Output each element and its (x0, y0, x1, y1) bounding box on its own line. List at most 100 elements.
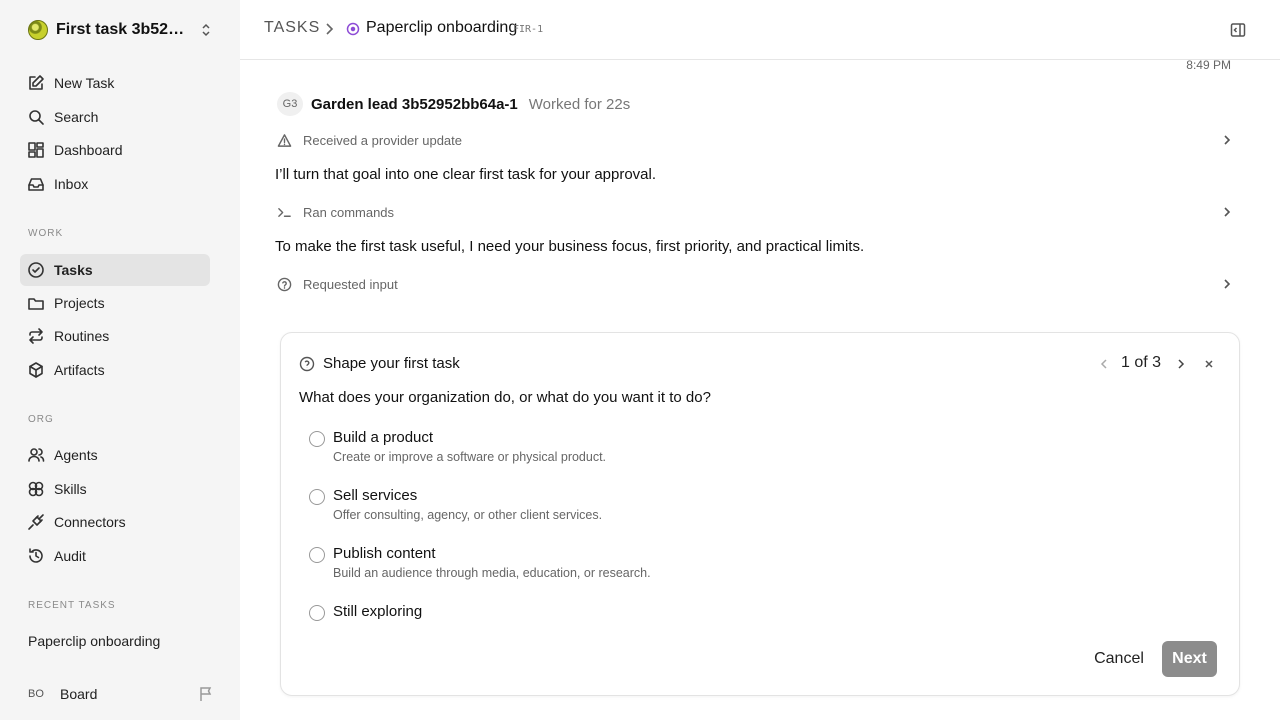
event-label: Ran commands (303, 204, 395, 220)
chevron-right-icon[interactable] (1176, 358, 1186, 370)
nav-label: Search (54, 109, 99, 125)
workspace-switcher[interactable]: First task 3b5295... (28, 19, 212, 41)
option-label: Sell services (333, 487, 418, 504)
nav-label: Artifacts (54, 362, 105, 378)
box-icon (29, 362, 43, 378)
agent-header: G3 Garden lead 3b52952bb64a-1 Worked for… (277, 92, 630, 116)
nav-label: Connectors (54, 514, 126, 530)
section-label-org: ORG (28, 414, 54, 425)
status-circle-icon (346, 22, 360, 36)
nav-inbox[interactable]: Inbox (20, 168, 210, 200)
page-title: Paperclip onboarding (366, 19, 518, 36)
option-description: Build an audience through media, educati… (333, 566, 651, 580)
dashboard-icon (28, 142, 44, 158)
nav-label: Dashboard (54, 142, 123, 158)
workspace-name: First task 3b5295... (56, 21, 192, 38)
recent-task-item[interactable]: Paperclip onboarding (28, 633, 160, 649)
chevron-right-icon (326, 23, 334, 35)
radio-button[interactable] (309, 605, 325, 621)
nav-projects[interactable]: Projects (20, 287, 210, 319)
breadcrumb-tasks[interactable]: TASKS (264, 19, 320, 37)
chevron-right-icon (1224, 135, 1231, 145)
event-label: Received a provider update (303, 132, 462, 148)
folder-icon (28, 298, 44, 310)
section-label-recent: RECENT TASKS (28, 600, 116, 611)
check-circle-icon (28, 262, 44, 278)
nav-label: New Task (54, 75, 115, 91)
option-description: Offer consulting, agency, or other clien… (333, 508, 603, 522)
nav-routines[interactable]: Routines (20, 320, 210, 352)
event-ran-commands[interactable]: Ran commands (277, 202, 1233, 222)
nav-audit[interactable]: Audit (20, 540, 210, 572)
option-label: Build a product (333, 429, 434, 446)
chevron-right-icon (1224, 207, 1231, 217)
workspace-logo (28, 20, 48, 40)
flag-icon[interactable] (198, 686, 214, 702)
question-card: Shape your first task 1 of 3 What does y… (280, 332, 1240, 696)
option-description: Create or improve a software or physical… (333, 450, 607, 464)
option-still-exploring[interactable]: Still exploring (309, 603, 909, 625)
toggle-panel-icon[interactable] (1230, 22, 1246, 38)
nav-agents[interactable]: Agents (20, 439, 210, 471)
agent-name: Garden lead 3b52952bb64a-1 (311, 95, 518, 113)
agent-worked-time: Worked for 22s (528, 95, 631, 113)
board-name: Board (60, 686, 98, 702)
agent-message: To make the first task useful, I need yo… (275, 238, 865, 255)
search-icon (29, 110, 44, 125)
warning-icon (277, 133, 292, 147)
inbox-icon (28, 178, 44, 191)
option-label: Publish content (333, 545, 436, 562)
nav-new-task[interactable]: New Task (20, 67, 210, 99)
nav-label: Audit (54, 548, 86, 564)
option-sell-services[interactable]: Sell services Offer consulting, agency, … (309, 487, 909, 527)
option-build-product[interactable]: Build a product Create or improve a soft… (309, 429, 909, 469)
close-icon[interactable] (1203, 358, 1215, 370)
board-user[interactable]: BO Board (28, 683, 214, 705)
chevron-right-icon (1224, 279, 1231, 289)
page-header: TASKS Paperclip onboarding FIR-1 (240, 0, 1280, 60)
nav-label: Routines (54, 328, 110, 344)
card-title: Shape your first task (323, 355, 460, 372)
nav-label: Inbox (54, 176, 89, 192)
radio-button[interactable] (309, 489, 325, 505)
next-button[interactable]: Next (1162, 641, 1217, 677)
nav-label: Projects (54, 295, 105, 311)
option-publish-content[interactable]: Publish content Build an audience throug… (309, 545, 909, 585)
chevron-left-icon[interactable] (1099, 358, 1109, 370)
nav-skills[interactable]: Skills (20, 473, 210, 505)
nav-search[interactable]: Search (20, 101, 210, 133)
history-icon (29, 548, 43, 563)
section-label-work: WORK (28, 228, 64, 239)
nav-artifacts[interactable]: Artifacts (20, 354, 210, 386)
pager-status: 1 of 3 (1121, 354, 1162, 371)
agent-message: I’ll turn that goal into one clear first… (275, 166, 657, 183)
plug-icon (28, 514, 44, 530)
nav-label: Agents (54, 447, 98, 463)
nav-tasks[interactable]: Tasks (20, 254, 210, 286)
cancel-button[interactable]: Cancel (1085, 641, 1153, 677)
task-id-badge: FIR-1 (513, 24, 544, 35)
event-requested-input[interactable]: Requested input (277, 274, 1233, 294)
option-label: Still exploring (333, 603, 423, 620)
radio-button[interactable] (309, 431, 325, 447)
event-label: Requested input (303, 276, 398, 292)
nav-label: Tasks (54, 262, 93, 278)
nav-dashboard[interactable]: Dashboard (20, 134, 210, 166)
event-provider-update[interactable]: Received a provider update (277, 130, 1233, 150)
terminal-icon (278, 207, 291, 217)
chevron-updown-icon (202, 23, 210, 37)
repeat-icon (29, 328, 43, 344)
skills-icon (28, 481, 44, 497)
avatar: BO (28, 688, 44, 700)
help-circle-icon (299, 356, 315, 372)
question-text: What does your organization do, or what … (299, 389, 711, 406)
nav-label: Skills (54, 481, 87, 497)
sidebar: First task 3b5295... New Task Search Das… (0, 0, 240, 720)
radio-button[interactable] (309, 547, 325, 563)
edit-icon (29, 75, 44, 90)
timestamp: 8:49 PM (1186, 58, 1231, 72)
nav-connectors[interactable]: Connectors (20, 506, 210, 538)
agent-avatar: G3 (277, 92, 303, 116)
help-circle-icon (277, 277, 292, 291)
users-icon (28, 448, 45, 462)
